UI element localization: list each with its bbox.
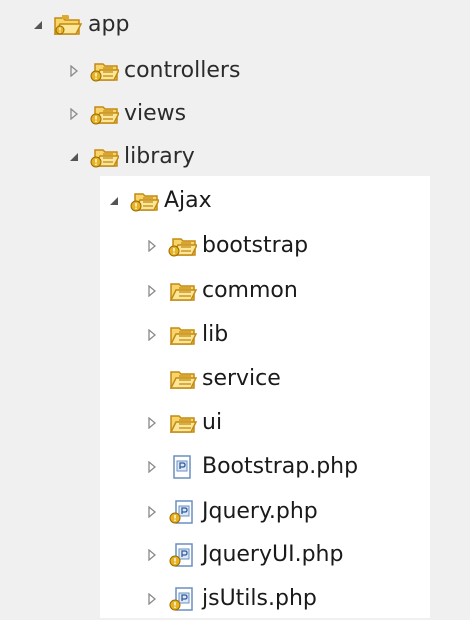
folder-icon bbox=[166, 402, 198, 444]
package-warning-icon bbox=[88, 93, 120, 135]
folder-icon bbox=[166, 358, 198, 400]
chevron-right-icon[interactable] bbox=[142, 534, 162, 576]
project-folder-icon bbox=[52, 4, 84, 46]
tree-item-controllers[interactable]: controllers bbox=[64, 50, 240, 92]
tree-item-label: service bbox=[202, 366, 281, 391]
tree-item-label: app bbox=[88, 12, 130, 37]
chevron-down-icon[interactable] bbox=[64, 136, 84, 178]
package-warning-icon bbox=[88, 136, 120, 178]
tree-item-lib[interactable]: lib bbox=[142, 314, 228, 356]
tree-item-label: bootstrap bbox=[202, 233, 309, 258]
chevron-right-icon[interactable] bbox=[142, 491, 162, 533]
tree-item-bootstrap[interactable]: bootstrap bbox=[142, 225, 308, 267]
tree-item-label: ui bbox=[202, 410, 223, 435]
tree-item-service[interactable]: service bbox=[142, 358, 281, 400]
chevron-right-icon[interactable] bbox=[142, 225, 162, 267]
tree-item-label: JqueryUI.php bbox=[202, 542, 344, 567]
chevron-right-icon[interactable] bbox=[142, 578, 162, 620]
php-file-warning-icon bbox=[166, 534, 198, 576]
chevron-right-icon[interactable] bbox=[142, 314, 162, 356]
tree-item-label: Ajax bbox=[164, 188, 212, 213]
tree-item-ui[interactable]: ui bbox=[142, 402, 222, 444]
tree-item-label: controllers bbox=[124, 58, 241, 83]
package-warning-icon bbox=[88, 50, 120, 92]
tree-item-app[interactable]: app bbox=[28, 4, 129, 46]
tree-item-bootstrap-php[interactable]: Bootstrap.php bbox=[142, 446, 358, 488]
tree-item-label: jsUtils.php bbox=[202, 586, 317, 611]
tree-item-label: Jquery.php bbox=[202, 499, 318, 524]
folder-icon bbox=[166, 314, 198, 356]
php-file-icon bbox=[166, 446, 198, 488]
php-file-warning-icon bbox=[166, 491, 198, 533]
chevron-down-icon[interactable] bbox=[104, 180, 124, 222]
tree-item-label: views bbox=[124, 101, 187, 126]
tree-item-label: library bbox=[124, 144, 195, 169]
tree-item-label: Bootstrap.php bbox=[202, 454, 359, 479]
package-warning-icon bbox=[166, 225, 198, 267]
package-warning-icon bbox=[128, 180, 160, 222]
tree-item-jquery-php[interactable]: Jquery.php bbox=[142, 491, 318, 533]
tree-item-ajax[interactable]: Ajax bbox=[104, 180, 212, 222]
tree-item-jsutils-php[interactable]: jsUtils.php bbox=[142, 578, 317, 620]
chevron-down-icon[interactable] bbox=[28, 4, 48, 46]
chevron-right-icon[interactable] bbox=[64, 50, 84, 92]
chevron-right-icon[interactable] bbox=[142, 446, 162, 488]
no-toggle-spacer bbox=[142, 358, 162, 400]
chevron-right-icon[interactable] bbox=[64, 93, 84, 135]
tree-item-jqueryui-php[interactable]: JqueryUI.php bbox=[142, 534, 343, 576]
chevron-right-icon[interactable] bbox=[142, 402, 162, 444]
tree-item-views[interactable]: views bbox=[64, 93, 186, 135]
php-file-warning-icon bbox=[166, 578, 198, 620]
tree-item-library[interactable]: library bbox=[64, 136, 195, 178]
tree-item-label: common bbox=[202, 278, 298, 303]
tree-item-common[interactable]: common bbox=[142, 270, 298, 312]
chevron-right-icon[interactable] bbox=[142, 270, 162, 312]
folder-icon bbox=[166, 270, 198, 312]
tree-item-label: lib bbox=[202, 322, 229, 347]
